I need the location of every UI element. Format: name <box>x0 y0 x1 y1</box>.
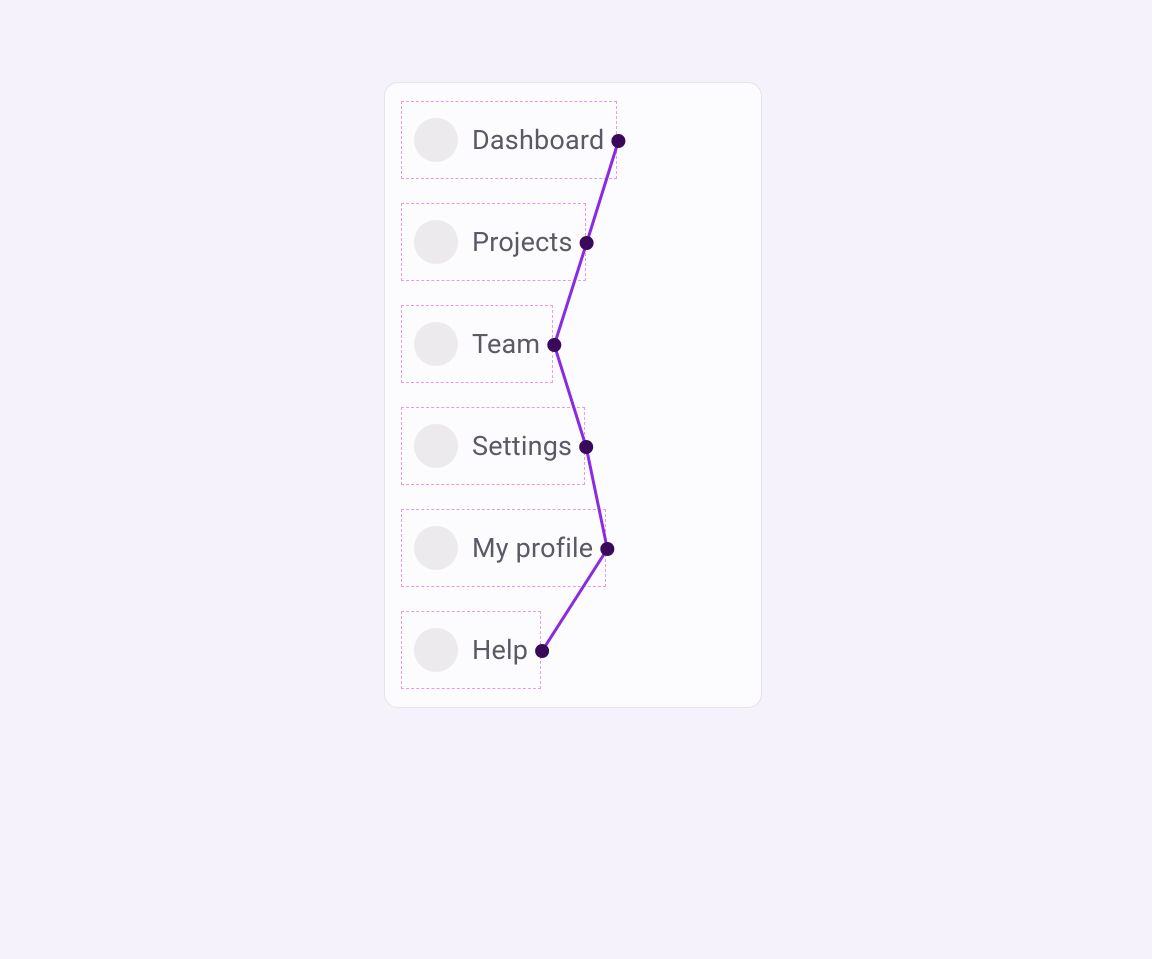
nav-item-help[interactable]: Help <box>401 611 541 689</box>
nav-icon <box>414 220 458 264</box>
nav-item-label: Team <box>472 328 540 360</box>
nav-icon <box>414 424 458 468</box>
nav-item-label: My profile <box>472 532 593 564</box>
nav-item-label: Projects <box>472 226 573 258</box>
nav-item-my-profile[interactable]: My profile <box>401 509 606 587</box>
nav-item-projects[interactable]: Projects <box>401 203 586 281</box>
nav-item-dashboard[interactable]: Dashboard <box>401 101 617 179</box>
nav-item-label: Settings <box>472 430 572 462</box>
nav-icon <box>414 322 458 366</box>
nav-icon <box>414 628 458 672</box>
nav-icon <box>414 526 458 570</box>
nav-item-settings[interactable]: Settings <box>401 407 585 485</box>
nav-item-team[interactable]: Team <box>401 305 553 383</box>
nav-icon <box>414 118 458 162</box>
nav-card: Dashboard Projects Team Settings My prof… <box>384 82 762 708</box>
nav-item-label: Dashboard <box>472 124 604 156</box>
nav-item-label: Help <box>472 634 528 666</box>
